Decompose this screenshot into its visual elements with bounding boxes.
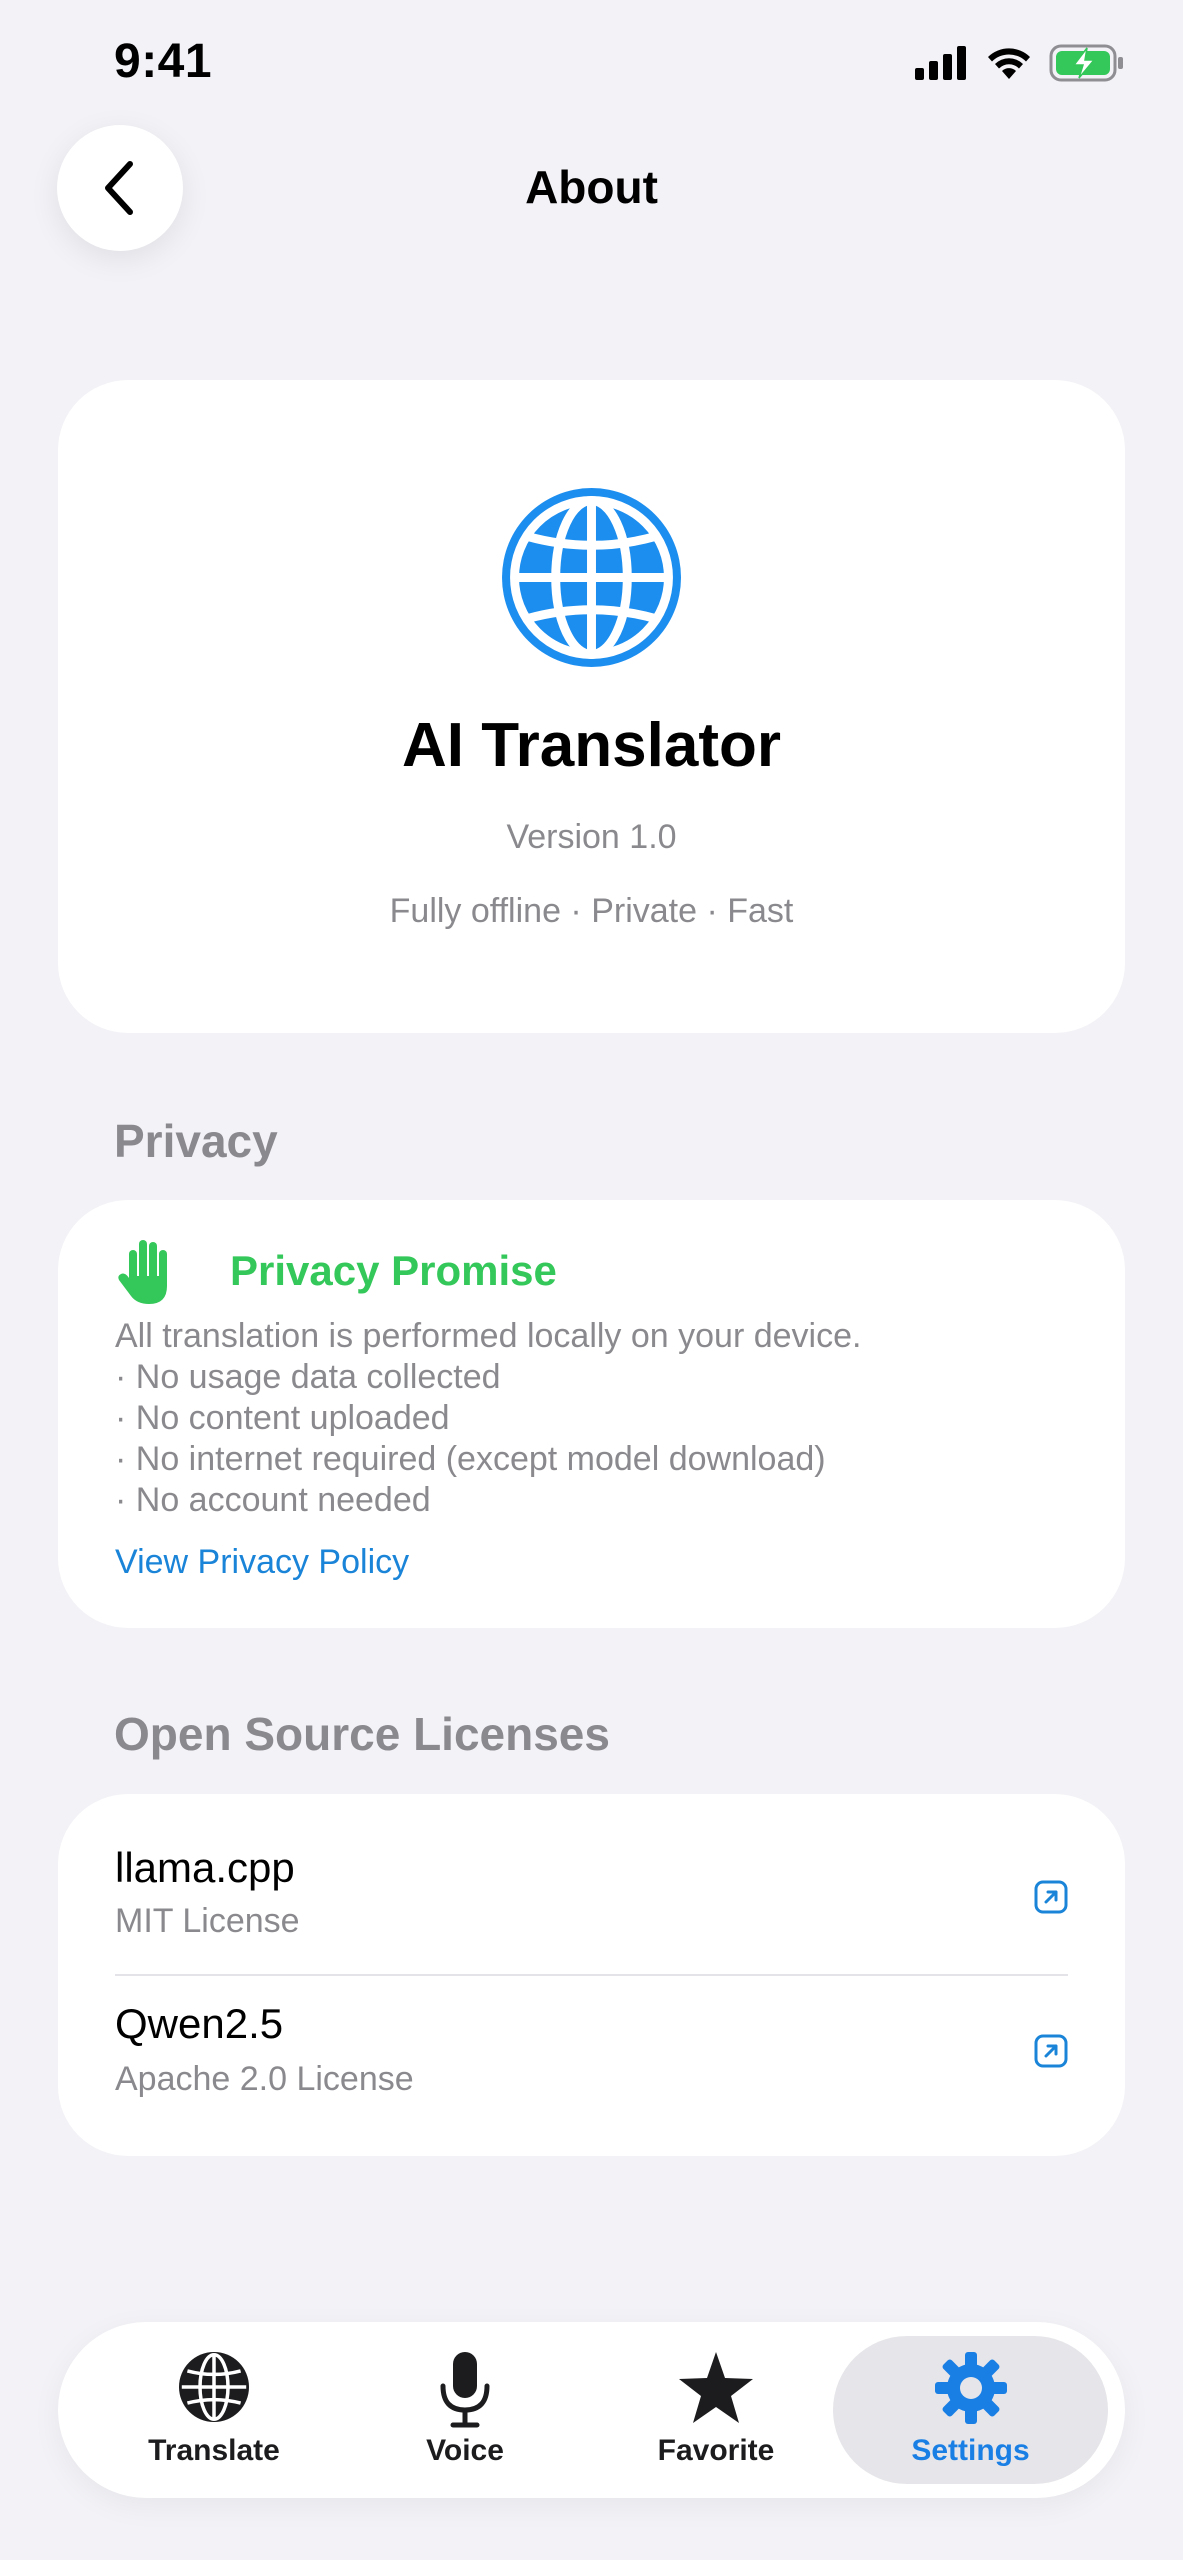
app-name: AI Translator [402,711,781,780]
view-privacy-policy-link[interactable]: View Privacy Policy [115,1543,409,1582]
license-row-qwen[interactable]: Qwen2.5 Apache 2.0 License [115,1976,1068,2132]
globe-icon [179,2352,249,2422]
status-time: 9:41 [114,35,213,88]
licenses-section-heading: Open Source Licenses [114,1708,610,1760]
tab-bar: Translate Voice Favorite Settings [58,2322,1125,2498]
status-icons [915,44,1125,82]
tab-label: Translate [148,2434,280,2467]
privacy-line: · No account needed [115,1481,431,1519]
tab-voice[interactable]: Voice [342,2322,588,2498]
cellular-signal-icon [915,46,966,80]
globe-icon [502,488,681,667]
license-name: llama.cpp [115,1844,295,1891]
star-icon [679,2352,753,2423]
privacy-card-title: Privacy Promise [230,1247,557,1294]
tab-translate[interactable]: Translate [91,2322,337,2498]
privacy-line: · No internet required (except model dow… [115,1440,826,1478]
page-title: About [525,161,658,213]
privacy-line: · No usage data collected [115,1358,501,1396]
license-type: Apache 2.0 License [115,2060,414,2098]
privacy-title-row: Privacy Promise [115,1236,557,1306]
app-tagline: Fully offline · Private · Fast [389,892,794,930]
privacy-line: All translation is performed locally on … [115,1317,862,1355]
license-name: Qwen2.5 [115,2000,284,2047]
gear-icon [934,2352,1007,2424]
tab-label: Favorite [657,2434,775,2467]
tab-settings[interactable]: Settings [833,2336,1108,2484]
privacy-line: · No content uploaded [115,1399,450,1437]
license-type: MIT License [115,1902,300,1940]
licenses-card: llama.cpp MIT License Qwen2.5 Apache 2.0… [58,1794,1125,2156]
app-info-card: AI Translator Version 1.0 Fully offline … [58,380,1125,1033]
tab-label: Settings [911,2434,1030,2467]
app-version: Version 1.0 [506,818,677,856]
privacy-card: Privacy Promise All translation is perfo… [58,1200,1125,1628]
external-link-icon [1034,1880,1068,1914]
privacy-body: All translation is performed locally on … [115,1316,861,1521]
privacy-section-heading: Privacy [114,1115,278,1167]
wifi-icon [988,48,1030,79]
tab-favorite[interactable]: Favorite [593,2322,839,2498]
tab-label: Voice [426,2434,504,2467]
license-row-llama-cpp[interactable]: llama.cpp MIT License [115,1794,1068,1950]
external-link-icon [1034,2034,1068,2068]
microphone-icon [440,2352,490,2428]
hand-raised-icon [118,1240,167,1304]
battery-charging-icon [1049,44,1123,82]
status-bar: 9:41 [0,0,1183,130]
